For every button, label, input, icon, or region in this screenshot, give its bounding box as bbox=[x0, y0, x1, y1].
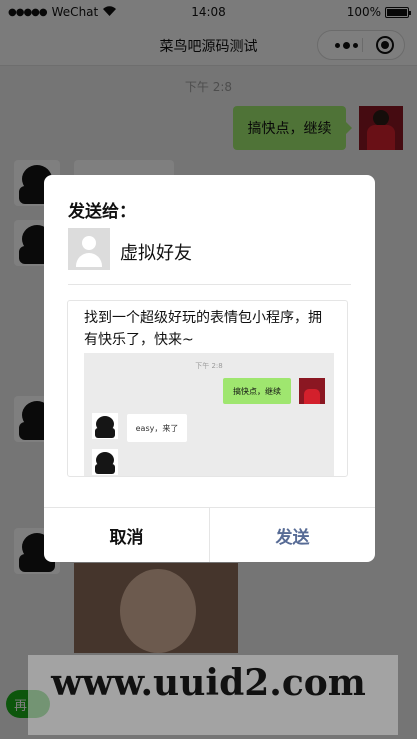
send-button[interactable]: 发送 bbox=[210, 508, 375, 562]
dialog-title: 发送给： bbox=[68, 202, 136, 222]
preview-my-message: 搞快点，继续 bbox=[223, 378, 291, 404]
preview-bot-message: easy，来了 bbox=[127, 414, 187, 442]
divider bbox=[68, 284, 351, 285]
preview-my-avatar bbox=[299, 378, 325, 404]
share-preview-image: 下午 2:8 搞快点，继续 easy，来了 bbox=[84, 353, 334, 476]
cancel-button[interactable]: 取消 bbox=[44, 508, 210, 562]
share-card: 找到一个超级好玩的表情包小程序，拥有快乐了，快来~ 下午 2:8 搞快点，继续 … bbox=[67, 300, 348, 477]
preview-bot-avatar bbox=[92, 413, 118, 439]
friend-name: 虚拟好友 bbox=[120, 243, 192, 264]
preview-timestamp: 下午 2:8 bbox=[195, 362, 223, 370]
dialog-footer: 取消 发送 bbox=[44, 507, 375, 562]
share-text: 找到一个超级好玩的表情包小程序，拥有快乐了，快来~ bbox=[84, 310, 322, 348]
share-dialog: 发送给： 虚拟好友 找到一个超级好玩的表情包小程序，拥有快乐了，快来~ 下午 2… bbox=[44, 175, 375, 562]
watermark: www.uuid2.com bbox=[51, 662, 366, 704]
preview-bot-avatar bbox=[92, 449, 118, 475]
friend-avatar bbox=[68, 228, 110, 270]
